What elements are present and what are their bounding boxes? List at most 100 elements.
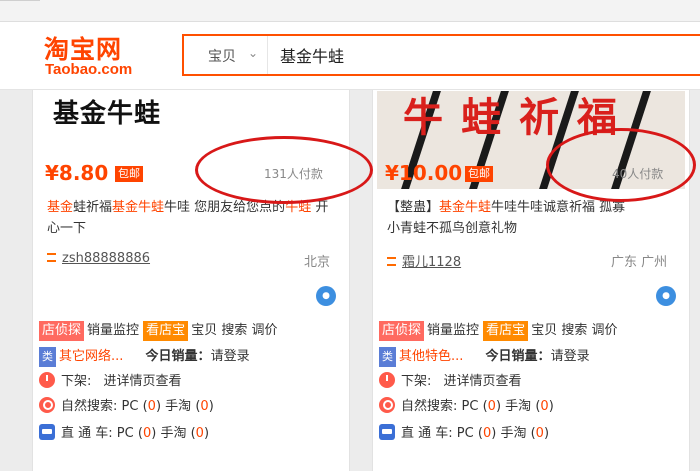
- product-title[interactable]: 基金蛙祈福基金牛蛙牛哇 您朋友给您点的牛蛙 开心一下: [47, 197, 339, 239]
- product-card[interactable]: 牛蛙祈福 ¥10.00 包邮 40人付款 【整蛊】基金牛蛙牛哇牛哇诚意祈福 孤寡…: [372, 60, 690, 471]
- free-shipping-badge: 包邮: [115, 166, 143, 182]
- tool-search-link[interactable]: 搜索: [561, 323, 587, 338]
- category-name[interactable]: 其他特色...: [399, 349, 463, 364]
- search-category-label: 宝贝: [208, 49, 236, 65]
- natural-mobile-label: 手淘: [165, 399, 192, 414]
- tool-row-3: 下架: 进详情页查看: [39, 370, 182, 392]
- shop-link[interactable]: zsh88888886: [47, 251, 150, 266]
- shop-icon: [47, 253, 56, 262]
- product-price: ¥10.00: [385, 161, 463, 185]
- shop-location: 广东 广州: [611, 255, 668, 270]
- clock-icon: [379, 372, 395, 388]
- sales-monitor-link[interactable]: 销量监控: [427, 323, 479, 338]
- login-link[interactable]: 请登录: [551, 349, 590, 364]
- shop-link[interactable]: 霜儿1128: [387, 251, 461, 270]
- title-part: 【整蛊】: [387, 200, 440, 215]
- car-icon: [39, 424, 55, 440]
- site-header: 淘宝网 Taobao.com 宝贝 ⌄: [0, 22, 700, 90]
- natural-pc-value[interactable]: 0: [148, 399, 156, 414]
- ztc-mobile-label: 手淘: [160, 426, 187, 441]
- wangwang-chat-icon[interactable]: ●: [316, 286, 336, 306]
- today-sales-label: 今日销量：: [145, 349, 211, 364]
- login-link[interactable]: 请登录: [211, 349, 250, 364]
- tool-row-5: 直 通 车: PC (0) 手淘 (0): [379, 422, 549, 444]
- tool-row-3: 下架: 进详情页查看: [379, 370, 522, 392]
- wangwang-chat-icon[interactable]: ●: [656, 286, 676, 306]
- logo-english-text: Taobao.com: [45, 61, 133, 78]
- sold-count: 40人付款: [612, 167, 664, 181]
- natural-pc-label: PC: [121, 399, 139, 414]
- category-tag: 类: [379, 347, 396, 367]
- product-price: ¥8.80: [45, 161, 109, 185]
- natural-mobile-value[interactable]: 0: [540, 399, 548, 414]
- taobao-logo[interactable]: 淘宝网 Taobao.com: [44, 30, 148, 82]
- kandianbao-tag[interactable]: 看店宝: [483, 321, 529, 341]
- ztc-pc-value[interactable]: 0: [483, 426, 491, 441]
- sales-monitor-link[interactable]: 销量监控: [87, 323, 139, 338]
- tool-item-link[interactable]: 宝贝: [191, 323, 217, 338]
- car-icon: [379, 424, 395, 440]
- title-part: 基金牛蛙: [112, 200, 165, 215]
- strip-divider: [0, 0, 40, 1]
- tool-item-link[interactable]: 宝贝: [531, 323, 557, 338]
- tool-row-2: 类其他特色... 今日销量：请登录: [379, 345, 590, 367]
- kandianbao-tag[interactable]: 看店宝: [143, 321, 189, 341]
- browser-top-strip: [0, 0, 700, 22]
- title-part: 牛哇 您朋友给您点的: [164, 200, 286, 215]
- ztc-mobile-label: 手淘: [500, 426, 527, 441]
- dianzhentan-tag[interactable]: 店侦探: [379, 321, 425, 341]
- tool-search-link[interactable]: 搜索: [221, 323, 247, 338]
- search-user-icon: [39, 397, 55, 413]
- category-name[interactable]: 其它网络...: [59, 349, 123, 364]
- natural-search-label: 自然搜索:: [61, 399, 118, 414]
- free-shipping-badge: 包邮: [465, 166, 493, 182]
- search-input[interactable]: [280, 36, 700, 74]
- title-part: 牛哇牛哇诚意祈福 孤寡: [491, 200, 626, 215]
- offshelf-label: 下架:: [61, 374, 92, 389]
- tool-price-link[interactable]: 调价: [592, 323, 618, 338]
- title-part: 蛙祈福: [73, 200, 113, 215]
- chevron-down-icon: ⌄: [248, 46, 259, 60]
- natural-pc-label: PC: [461, 399, 479, 414]
- category-tag: 类: [39, 347, 56, 367]
- ztc-pc-value[interactable]: 0: [143, 426, 151, 441]
- tool-row-4: 自然搜索: PC (0) 手淘 (0): [379, 395, 554, 417]
- tool-row-1: 店侦探 销量监控 看店宝 宝贝 搜索 调价: [39, 319, 278, 341]
- product-image-text: 基金牛蛙: [53, 99, 162, 129]
- ztc-pc-label: PC: [456, 426, 474, 441]
- ztc-mobile-value[interactable]: 0: [196, 426, 204, 441]
- clock-icon: [39, 372, 55, 388]
- natural-search-label: 自然搜索:: [401, 399, 458, 414]
- natural-pc-value[interactable]: 0: [488, 399, 496, 414]
- shop-icon: [387, 257, 396, 266]
- tool-row-4: 自然搜索: PC (0) 手淘 (0): [39, 395, 214, 417]
- natural-mobile-value[interactable]: 0: [200, 399, 208, 414]
- search-bar: 宝贝 ⌄: [182, 34, 700, 76]
- title-part: 小青蛙不孤鸟创意礼物: [387, 221, 518, 236]
- shop-name: zsh88888886: [62, 251, 151, 266]
- tool-row-1: 店侦探 销量监控 看店宝 宝贝 搜索 调价: [379, 319, 618, 341]
- tool-row-2: 类其它网络... 今日销量：请登录: [39, 345, 250, 367]
- tool-row-5: 直 通 车: PC (0) 手淘 (0): [39, 422, 209, 444]
- offshelf-label: 下架:: [401, 374, 432, 389]
- product-title[interactable]: 【整蛊】基金牛蛙牛哇牛哇诚意祈福 孤寡小青蛙不孤鸟创意礼物: [387, 197, 679, 239]
- sold-count: 131人付款: [264, 167, 323, 181]
- tool-price-link[interactable]: 调价: [252, 323, 278, 338]
- offshelf-link[interactable]: 进详情页查看: [104, 374, 182, 389]
- shop-location: 北京: [304, 255, 331, 270]
- ztc-label: 直 通 车:: [61, 426, 113, 441]
- title-part: 基金牛蛙: [439, 200, 492, 215]
- shop-name: 霜儿1128: [402, 255, 462, 270]
- ztc-mobile-value[interactable]: 0: [536, 426, 544, 441]
- ztc-pc-label: PC: [116, 426, 134, 441]
- search-category-dropdown[interactable]: 宝贝 ⌄: [184, 36, 268, 74]
- offshelf-link[interactable]: 进详情页查看: [444, 374, 522, 389]
- natural-mobile-label: 手淘: [505, 399, 532, 414]
- today-sales-label: 今日销量：: [485, 349, 551, 364]
- ztc-label: 直 通 车:: [401, 426, 453, 441]
- product-image-text: 牛蛙祈福: [403, 95, 635, 141]
- product-card[interactable]: 基金牛蛙 ¥8.80 包邮 131人付款 基金蛙祈福基金牛蛙牛哇 您朋友给您点的…: [32, 60, 350, 471]
- dianzhentan-tag[interactable]: 店侦探: [39, 321, 85, 341]
- search-user-icon: [379, 397, 395, 413]
- title-part: 基金: [47, 200, 74, 215]
